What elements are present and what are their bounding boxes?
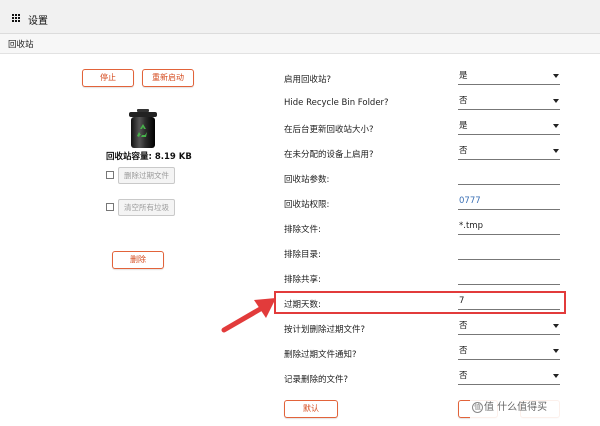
- setting-label-scheduled-delete: 按计划删除过期文件?: [284, 325, 366, 335]
- chevron-down-icon: [553, 324, 559, 328]
- input-permissions[interactable]: 0777: [458, 195, 560, 210]
- delete-expired-checkbox[interactable]: [106, 171, 114, 179]
- watermark-text: 值 什么值得买: [484, 402, 548, 413]
- annotation-arrow-icon: [221, 298, 276, 333]
- delete-expired-button[interactable]: 删除过期文件: [118, 167, 175, 184]
- input-exclude-files[interactable]: *.tmp: [458, 220, 560, 235]
- grid-menu-icon[interactable]: [12, 14, 21, 22]
- select-log-deleted[interactable]: 否: [458, 370, 560, 385]
- setting-label-exclude-dirs: 排除目录:: [284, 250, 321, 260]
- recycle-bin-icon: [129, 109, 157, 148]
- setting-label-exclude-shares: 排除共享:: [284, 275, 321, 285]
- chevron-down-icon: [553, 74, 559, 78]
- setting-label-update-size: 在后台更新回收站大小?: [284, 125, 374, 135]
- select-update-size[interactable]: 是: [458, 120, 560, 135]
- restart-button[interactable]: 重新启动: [142, 69, 194, 87]
- chevron-down-icon: [553, 374, 559, 378]
- select-delete-notification[interactable]: 否: [458, 345, 560, 360]
- select-hide-folder[interactable]: 否: [458, 95, 560, 110]
- empty-all-button[interactable]: 清空所有垃圾: [118, 199, 175, 216]
- setting-label-exclude-files: 排除文件:: [284, 225, 321, 235]
- breadcrumb-bar: 回收站: [0, 34, 600, 54]
- setting-label-permissions: 回收站权限:: [284, 200, 330, 210]
- breadcrumb: 回收站: [8, 40, 34, 50]
- input-exclude-dirs[interactable]: [458, 245, 560, 260]
- setting-label-hide-folder: Hide Recycle Bin Folder?: [284, 98, 389, 108]
- title-bar: 设置: [0, 0, 600, 34]
- select-enable-recycle-bin[interactable]: 是: [458, 70, 560, 85]
- select-unassigned-devices[interactable]: 否: [458, 145, 560, 160]
- input-exclude-shares[interactable]: [458, 270, 560, 285]
- chevron-down-icon: [553, 149, 559, 153]
- stop-button[interactable]: 停止: [82, 69, 134, 87]
- watermark: 值 值 什么值得买: [470, 396, 600, 420]
- recycle-bin-capacity: 回收站容量: 8.19 KB: [106, 152, 192, 162]
- default-button[interactable]: 默认: [284, 400, 338, 418]
- setting-label-log-deleted: 记录删除的文件?: [284, 375, 349, 385]
- setting-label-enable-recycle-bin: 启用回收站?: [284, 75, 332, 85]
- chevron-down-icon: [553, 124, 559, 128]
- page-title: 设置: [28, 16, 48, 27]
- chevron-down-icon: [553, 99, 559, 103]
- chevron-down-icon: [553, 349, 559, 353]
- select-scheduled-delete[interactable]: 否: [458, 320, 560, 335]
- setting-label-unassigned-devices: 在未分配的设备上启用?: [284, 150, 374, 160]
- input-parameters[interactable]: [458, 170, 560, 185]
- delete-button[interactable]: 删除: [112, 251, 164, 269]
- empty-all-checkbox[interactable]: [106, 203, 114, 211]
- highlight-box: [274, 291, 566, 314]
- setting-label-delete-notification: 删除过期文件通知?: [284, 350, 357, 360]
- watermark-logo-icon: 值: [472, 402, 483, 413]
- setting-label-parameters: 回收站参数:: [284, 175, 330, 185]
